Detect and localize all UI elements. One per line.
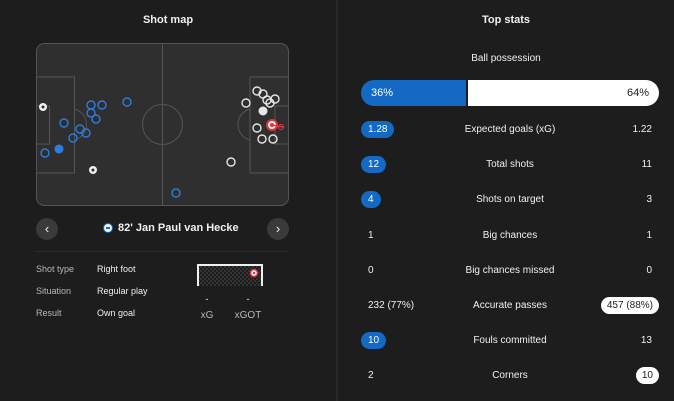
possession-label: Ball possession <box>471 53 541 64</box>
stat-home-value: 4 <box>361 191 381 208</box>
shot-type-value: Right foot <box>97 264 136 274</box>
stat-row: Expected goals (xG) 1.28 1.22 <box>361 121 659 139</box>
stat-name: Corners <box>492 370 528 381</box>
stat-row: Big chances 1 1 <box>361 227 659 245</box>
stat-name: Shots on target <box>476 194 544 205</box>
top-stats-title: Top stats <box>481 14 531 26</box>
stat-home-value: 1 <box>368 230 374 241</box>
shot-player-label: 82' Jan Paul van Hecke <box>118 222 239 234</box>
previous-shot-button[interactable]: ‹ <box>36 218 58 240</box>
stat-away-value: 1 <box>646 230 652 241</box>
stat-away-value: 0 <box>646 265 652 276</box>
stat-away-value: 13 <box>640 335 652 346</box>
xg-value: - <box>205 294 209 304</box>
situation-value: Regular play <box>97 286 148 296</box>
stat-name: Total shots <box>486 159 534 170</box>
stat-away-value: 1.22 <box>632 124 652 135</box>
stat-away-value: 457 (88%) <box>600 297 659 314</box>
possession-away: 64% <box>468 80 659 106</box>
stat-name: Big chances <box>482 230 538 241</box>
shot-map-panel: Shot map ‹ 82' Jan Paul van Hecke › Shot… <box>0 0 336 401</box>
goal-frame-diagram <box>197 264 263 286</box>
result-value: Own goal <box>97 308 136 318</box>
stat-home-value: 232 (77%) <box>368 300 415 311</box>
stat-away-value: 11 <box>641 159 652 170</box>
stat-row: Fouls committed 10 13 <box>361 332 659 350</box>
chevron-left-icon: ‹ <box>44 221 50 236</box>
stat-row: Corners 2 10 <box>361 367 659 385</box>
result-label: Result <box>36 308 62 318</box>
shot-marker-on-target[interactable] <box>258 106 268 116</box>
chevron-right-icon: › <box>275 221 281 236</box>
stat-home-value: 10 <box>361 332 387 349</box>
situation-label: Situation <box>36 286 72 296</box>
xg-label: xG <box>200 310 214 321</box>
stat-row: Big chances missed 0 0 <box>361 262 659 280</box>
shot-type-label: Shot type <box>36 264 75 274</box>
stat-name: Big chances missed <box>465 265 555 276</box>
next-shot-button[interactable]: › <box>267 218 289 240</box>
shot-marker-on-target[interactable] <box>54 144 64 154</box>
stat-name: Fouls committed <box>473 335 547 346</box>
shot-map-pitch <box>36 43 289 206</box>
xgot-value: - <box>246 294 250 304</box>
team-crest-icon <box>103 223 113 233</box>
possession-home: 36% <box>361 80 468 106</box>
stat-home-value: 12 <box>361 156 387 173</box>
divider <box>36 251 289 252</box>
stat-row: Shots on target 4 3 <box>361 191 659 209</box>
stat-away-value: 10 <box>635 367 659 384</box>
stat-home-value: 1.28 <box>361 121 395 138</box>
possession-bar: 36% 64% <box>361 80 659 106</box>
top-stats-panel: Top stats Ball possession 36% 64% Expect… <box>338 0 674 401</box>
stat-away-value: 3 <box>646 194 652 205</box>
stat-home-value: 0 <box>368 265 374 276</box>
stat-row: Total shots 12 11 <box>361 156 659 174</box>
xgot-label: xGOT <box>234 310 262 321</box>
stat-row: Accurate passes 232 (77%) 457 (88%) <box>361 297 659 315</box>
selected-shot-label: 82' Jan Paul van Hecke <box>103 222 239 234</box>
stat-name: Expected goals (xG) <box>464 124 556 135</box>
shot-map-title: Shot map <box>142 14 194 26</box>
stat-home-value: 2 <box>368 370 374 381</box>
